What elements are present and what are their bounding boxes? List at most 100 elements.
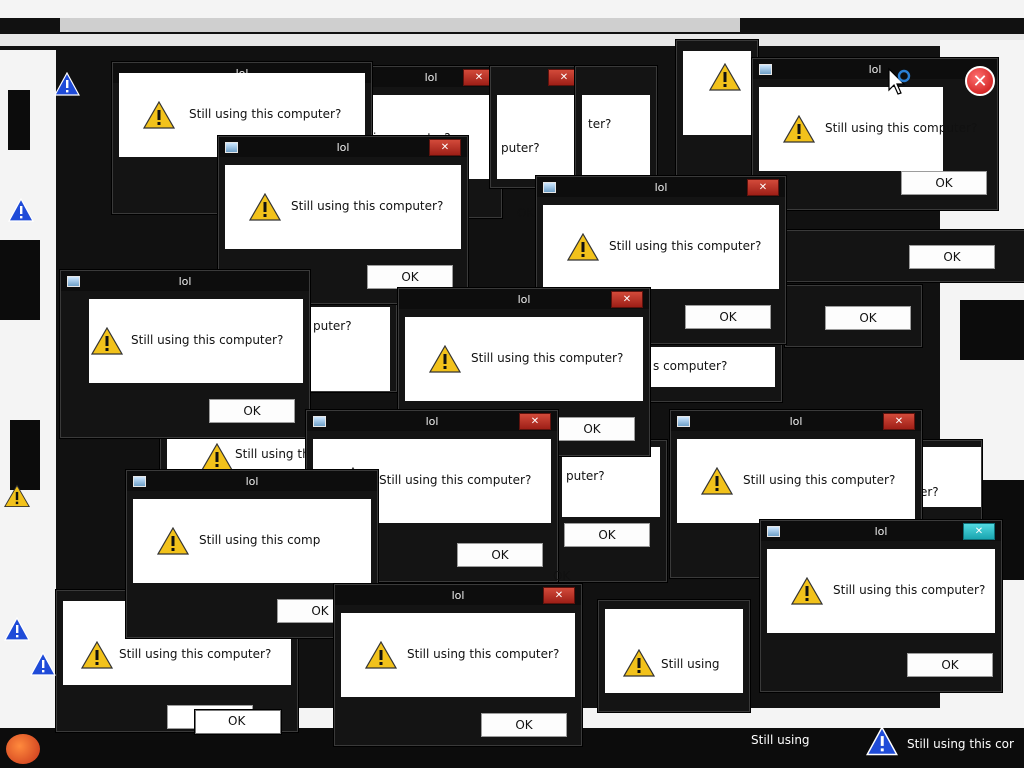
dialog-body: Still using this comp (133, 499, 371, 583)
glitch-stripe (0, 50, 56, 750)
dialog-window: lol Still using this computer? OK (752, 58, 998, 210)
dialog-message-fragment: Still using this (235, 447, 312, 461)
dialog-window: OK (780, 230, 1024, 282)
dialog-message: Still using this computer? (471, 351, 624, 365)
ok-button[interactable]: OK (564, 523, 650, 547)
close-button[interactable]: ✕ (429, 139, 461, 156)
glitch-stripe (10, 420, 40, 490)
dialog-body: ter? (582, 95, 650, 177)
dialog-body: Still using this computer? (677, 439, 915, 523)
dialog-window: Still using (598, 600, 750, 712)
dialog-message-fragment: ter? (588, 117, 612, 131)
app-icon (225, 142, 238, 153)
close-button[interactable]: ✕ (963, 523, 995, 540)
dialog-message-fragment: Still using (661, 657, 720, 671)
close-button[interactable]: ✕ (519, 413, 551, 430)
warning-icon (429, 345, 461, 373)
app-icon (543, 182, 556, 193)
dialog-window: puter? (300, 300, 397, 392)
warning-icon-blue (4, 617, 30, 641)
dialog-title: lol (336, 140, 350, 154)
dialog-titlebar[interactable]: lol (127, 471, 377, 491)
dialog-message-fragment: Still using (751, 733, 810, 747)
glitch-stripe (0, 0, 1024, 18)
ok-button[interactable]: OK (367, 265, 453, 289)
dialog-title: lol (517, 292, 531, 306)
dialog-message-fragment: puter? (501, 141, 540, 155)
dialog-message-fragment: Still using this cor (907, 737, 1014, 751)
warning-icon-blue (54, 72, 80, 96)
warning-icon (157, 527, 189, 555)
close-button[interactable]: ✕ (543, 587, 575, 604)
dialog-message: Still using this computer? (379, 473, 532, 487)
dialog-message: Still using this computer? (407, 647, 560, 661)
warning-icon (249, 193, 281, 221)
dialog-body: Still using this computer? (759, 87, 977, 171)
dialog-message: Still using this computer? (609, 239, 762, 253)
start-orb-icon[interactable] (6, 734, 40, 764)
ok-button[interactable]: OK (825, 306, 911, 330)
dialog-message-fragment: Still using this comp (199, 533, 321, 547)
ok-button[interactable]: OK (549, 417, 635, 441)
warning-icon (709, 63, 741, 91)
glitch-stripe (960, 300, 1024, 360)
dialog-message: Still using this computer? (833, 583, 986, 597)
warning-icon (201, 443, 233, 471)
dialog-window: s computer? (640, 340, 782, 402)
close-button[interactable]: ✕ (883, 413, 915, 430)
warning-icon (791, 577, 823, 605)
dialog-title: lol (245, 474, 259, 488)
close-button[interactable]: ✕ (611, 291, 643, 308)
ok-button[interactable]: OK (685, 305, 771, 329)
dialog-body: s computer? (647, 347, 775, 387)
dialog-body: Still using this computer? (767, 549, 995, 633)
warning-icon (701, 467, 733, 495)
dialog-body: Still using this computer? (543, 205, 779, 289)
close-button[interactable]: ✕ (747, 179, 779, 196)
dialog-title: lol (178, 274, 192, 288)
warning-icon (91, 327, 123, 355)
ok-button[interactable]: OK (907, 653, 993, 677)
glitch-stripe (0, 34, 1024, 46)
dialog-message: Still using this computer? (291, 199, 444, 213)
dialog-message: Still using this computer? (743, 473, 896, 487)
dialog-window: lol ✕ Still using this computer? OK (760, 520, 1002, 692)
busy-cursor-icon (888, 67, 911, 95)
dialog-message: Still using this computer? (131, 333, 284, 347)
dialog-body: Still using this computer? (341, 613, 575, 697)
ok-button[interactable]: OK (909, 245, 995, 269)
glitch-stripe (0, 240, 40, 320)
ok-button[interactable]: OK (901, 171, 987, 195)
dialog-window: ter? (575, 66, 657, 178)
dialog-body: Still using this (167, 437, 311, 473)
ok-button[interactable]: OK (209, 399, 295, 423)
dialog-title: lol (451, 588, 465, 602)
dialog-title: lol (789, 414, 803, 428)
warning-icon (143, 101, 175, 129)
dialog-titlebar[interactable]: lol (753, 59, 997, 79)
dialog-body: puter? (307, 307, 390, 391)
warning-icon (783, 115, 815, 143)
app-icon (133, 476, 146, 487)
dialog-body (683, 51, 751, 135)
dialog-message: Still using this computer? (119, 647, 272, 661)
dialog-body: Still using this computer? (405, 317, 643, 401)
ok-fragment: OK (517, 206, 535, 220)
warning-icon (81, 641, 113, 669)
glitch-stripe (60, 18, 740, 32)
ok-button-fragment[interactable]: OK (195, 710, 281, 734)
dialog-titlebar[interactable]: lol (61, 271, 309, 291)
dialog-message-fragment: puter? (313, 319, 352, 333)
warning-icon (623, 649, 655, 677)
ok-button[interactable]: OK (481, 713, 567, 737)
close-x-icon[interactable]: ✕ (965, 66, 995, 96)
dialog-message-fragment: puter? (566, 469, 605, 483)
dialog-body: Still using this computer? (225, 165, 461, 249)
ok-label: OK (228, 714, 246, 728)
app-icon (677, 416, 690, 427)
ok-button[interactable]: OK (457, 543, 543, 567)
warning-icon (365, 641, 397, 669)
warning-icon (4, 484, 30, 508)
dialog-title: lol (868, 62, 882, 76)
dialog-message: Still using this computer? (189, 107, 342, 121)
